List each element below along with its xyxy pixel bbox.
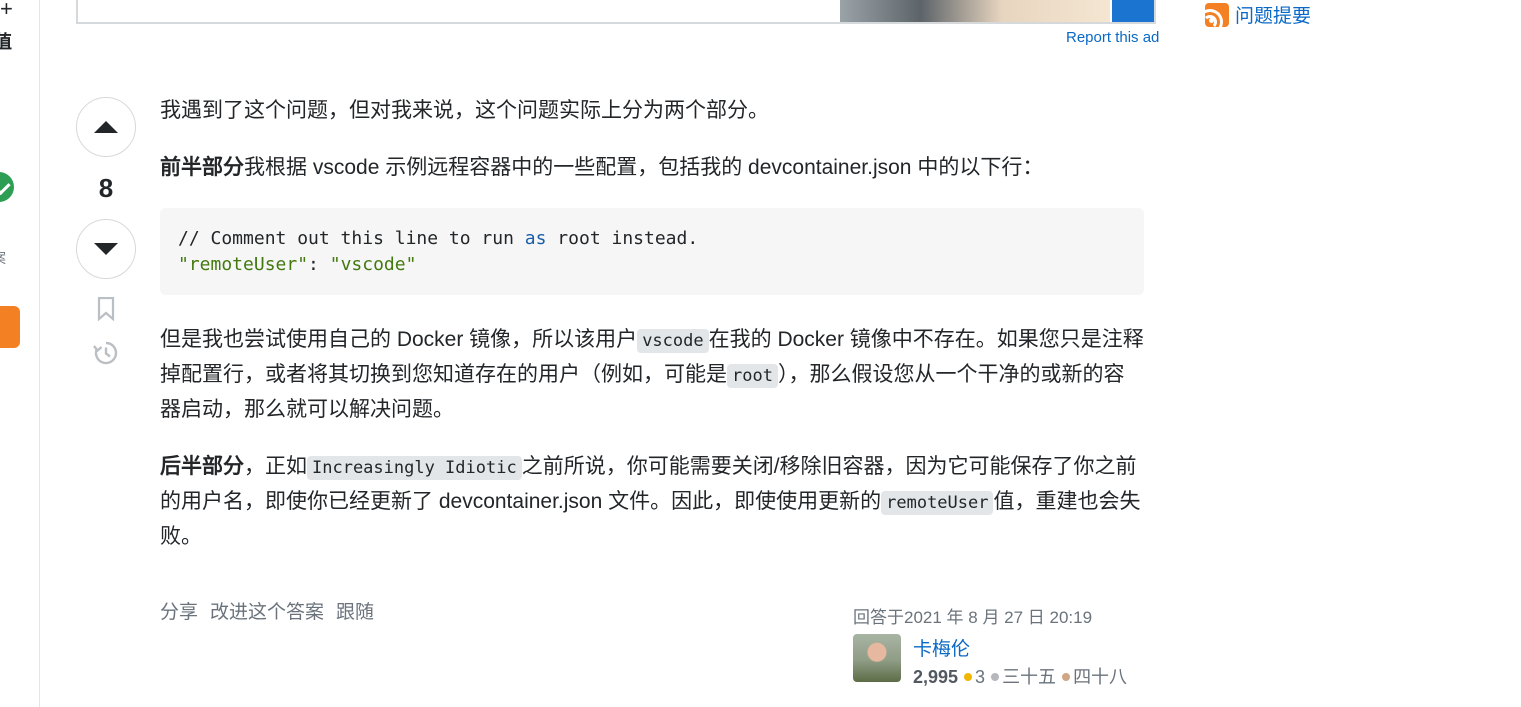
- silver-badge-icon: [991, 673, 1000, 682]
- arrow-up-icon: [94, 121, 118, 133]
- inline-code-remoteuser: remoteUser: [881, 491, 994, 515]
- inline-code-root: root: [727, 364, 778, 388]
- user-card: 回答于2021 年 8 月 27 日 20:19 卡梅伦 2,995 3 三十五 四十…: [853, 603, 1143, 691]
- answer-body: 我遇到了这个问题，但对我来说，这个问题实际上分为两个部分。 前半部分我根据 vs…: [160, 94, 1144, 577]
- second-part-label: 后半部分: [160, 455, 244, 478]
- downvote-button[interactable]: [76, 219, 136, 279]
- answer-paragraph-3: 但是我也尝试使用自己的 Docker 镜像，所以该用户 vscode 在我的 Doc…: [160, 328, 1144, 421]
- inline-code-username: Increasingly Idiotic: [307, 456, 522, 480]
- inline-code-vscode: vscode: [637, 329, 709, 353]
- improve-answer-link[interactable]: 改进这个答案: [210, 597, 324, 624]
- ad-image[interactable]: [840, 0, 1110, 22]
- bronze-badge-icon: [1062, 673, 1071, 682]
- gold-badge-icon: [964, 673, 973, 682]
- vote-controls: 8: [76, 97, 136, 367]
- rss-feed-icon: [1205, 2, 1229, 27]
- answer-paragraph-2: 前半部分我根据 vscode 示例远程容器中的一些配置，包括我的 devcont…: [160, 156, 1044, 179]
- ad-cta-button[interactable]: [1112, 0, 1154, 22]
- accepted-check-icon: [0, 172, 14, 202]
- bronze-badge-count: 四十八: [1073, 667, 1128, 687]
- vote-count: 8: [98, 173, 114, 203]
- rail-label-top: 值: [0, 28, 12, 54]
- answer-paragraph-1: 我遇到了这个问题，但对我来说，这个问题实际上分为两个部分。: [160, 99, 769, 122]
- user-stats: 2,995 3 三十五 四十八: [913, 663, 1133, 691]
- follow-link[interactable]: 跟随: [336, 597, 374, 624]
- share-link[interactable]: 分享: [160, 597, 198, 624]
- arrow-down-icon: [94, 243, 118, 255]
- silver-badge-count: 三十五: [1002, 667, 1057, 687]
- upvote-button[interactable]: [76, 97, 136, 157]
- answered-timestamp: 回答于2021 年 8 月 27 日 20:19: [853, 608, 1093, 627]
- rail-orange-button[interactable]: [0, 306, 20, 348]
- ad-banner[interactable]: [76, 0, 1156, 24]
- bookmark-icon[interactable]: [97, 297, 115, 321]
- left-rail: + 值 案: [0, 0, 40, 707]
- gold-badge-count: 3: [975, 667, 986, 687]
- question-feed-label[interactable]: 问题提要: [1235, 1, 1311, 28]
- user-name-link[interactable]: 卡梅伦: [913, 639, 970, 660]
- question-feed-link[interactable]: 问题提要: [1205, 1, 1311, 28]
- rail-label-answer: 案: [0, 248, 6, 268]
- code-block: // Comment out this line to run as root …: [160, 208, 1144, 295]
- answer-paragraph-4: 后半部分，正如 Increasingly Idiotic 之前所说，你可能需要关闭/…: [160, 455, 1141, 548]
- first-part-label: 前半部分: [160, 156, 244, 179]
- report-ad-link[interactable]: Report this ad: [1066, 29, 1159, 46]
- avatar[interactable]: [853, 634, 901, 682]
- post-menu: 分享 改进这个答案 跟随: [160, 597, 374, 624]
- plus-icon[interactable]: +: [0, 0, 13, 22]
- reputation-score: 2,995: [913, 667, 959, 687]
- history-icon[interactable]: [92, 339, 120, 367]
